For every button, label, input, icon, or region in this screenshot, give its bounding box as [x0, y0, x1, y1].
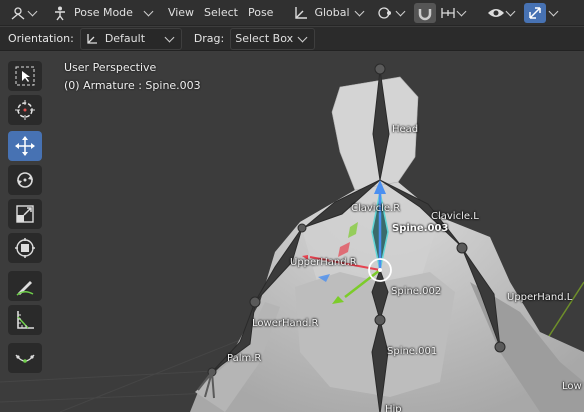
- tool-shelf: [8, 61, 48, 377]
- eye-icon: [487, 8, 504, 17]
- bone-label-hips: Hip: [385, 404, 402, 412]
- chevron-down-icon: [456, 6, 467, 16]
- mode-dropdown[interactable]: Pose Mode: [48, 3, 160, 23]
- crosshair-cursor-icon: [15, 100, 35, 120]
- annotate-pencil-icon: [16, 281, 34, 296]
- mode-label: Pose Mode: [74, 6, 133, 19]
- chevron-down-icon: [395, 6, 406, 16]
- object-info: (0) Armature : Spine.003: [64, 79, 201, 92]
- chevron-down-icon: [164, 32, 175, 42]
- orientation-dropdown[interactable]: Default: [79, 27, 182, 50]
- chevron-down-icon: [505, 6, 516, 16]
- snap-target-dropdown[interactable]: [436, 3, 473, 23]
- view-name: User Perspective: [64, 61, 157, 74]
- editor-type-button[interactable]: [6, 3, 44, 23]
- cursor-tool[interactable]: [8, 95, 42, 125]
- move-tool[interactable]: [8, 131, 42, 161]
- bone-label-clavicle-r: Clavicle.R: [351, 203, 401, 214]
- bone-label-spine-001: Spine.001: [387, 346, 438, 357]
- orientation-label: Global: [314, 6, 350, 19]
- chevron-down-icon: [27, 6, 38, 16]
- scale-tool[interactable]: [8, 199, 42, 229]
- scale-icon: [16, 205, 34, 223]
- drag-value: Select Box: [235, 32, 294, 45]
- orientation-value: Default: [104, 32, 146, 45]
- bone-label-spine-003: Spine.003: [392, 223, 449, 234]
- pose-relax-tool[interactable]: [8, 343, 42, 373]
- rotate-icon: [17, 172, 33, 188]
- measure-tool[interactable]: [8, 305, 42, 335]
- transform-orientation-icon: [295, 6, 308, 19]
- chevron-down-icon: [548, 6, 559, 16]
- cursor-box-icon: [15, 66, 35, 86]
- tool-settings-header: Orientation: Default Drag: Select Box: [0, 27, 584, 51]
- menu-view[interactable]: View: [164, 3, 198, 23]
- gizmo-toggle[interactable]: [523, 2, 546, 23]
- bone-label-palm-r: Palm.R: [227, 353, 262, 364]
- measure-icon: [17, 311, 34, 329]
- annotate-tool[interactable]: [8, 271, 42, 301]
- 3d-viewport[interactable]: User Perspective (0) Armature : Spine.00…: [0, 52, 584, 412]
- drag-field-label: Drag:: [193, 32, 225, 45]
- transform-icon: [15, 238, 35, 258]
- gizmo-icon: [528, 6, 541, 19]
- gizmo-dropdown[interactable]: [546, 3, 561, 23]
- menu-select[interactable]: Select: [200, 3, 242, 23]
- orientation-default-icon: [87, 33, 97, 44]
- bone-label-upperhand-r: UpperHand.R: [290, 257, 357, 268]
- rotate-tool[interactable]: [8, 165, 42, 195]
- orientation-field-label: Orientation:: [8, 32, 74, 45]
- pose-mode-icon: [55, 6, 65, 20]
- armature-pose-icon: [11, 6, 25, 19]
- move-arrows-icon: [15, 136, 35, 156]
- chevron-down-icon: [297, 32, 308, 42]
- bone-label-upperhand-l: UpperHand.L: [507, 292, 573, 303]
- chevron-down-icon: [354, 6, 365, 16]
- viewport-header: Pose Mode View Select Pose Global: [0, 0, 584, 26]
- pivot-point-icon: [377, 6, 391, 19]
- bone-label-clavicle-l: Clavicle.L: [431, 211, 479, 222]
- snap-magnet-icon: [418, 8, 431, 20]
- pivot-point-dropdown[interactable]: [373, 3, 412, 23]
- select-box-tool[interactable]: [8, 61, 42, 91]
- menu-pose[interactable]: Pose: [244, 3, 277, 23]
- visibility-dropdown[interactable]: [483, 3, 522, 23]
- drag-dropdown[interactable]: Select Box: [230, 27, 316, 50]
- curve-points-icon: [15, 354, 35, 363]
- bone-label-lowerhand-r: LowerHand.R: [252, 318, 319, 329]
- transform-orientation-dropdown[interactable]: Global: [289, 3, 370, 23]
- transform-tool[interactable]: [8, 233, 42, 263]
- viewport-canvas: [0, 63, 584, 412]
- chevron-down-icon: [143, 6, 154, 16]
- bone-label-head: Head: [392, 124, 419, 135]
- bone-label-lowerhand-l: Low: [562, 381, 582, 392]
- bone-label-spine-002: Spine.002: [391, 286, 442, 297]
- snap-toggle[interactable]: [413, 2, 436, 23]
- snap-increment-icon: [440, 7, 455, 18]
